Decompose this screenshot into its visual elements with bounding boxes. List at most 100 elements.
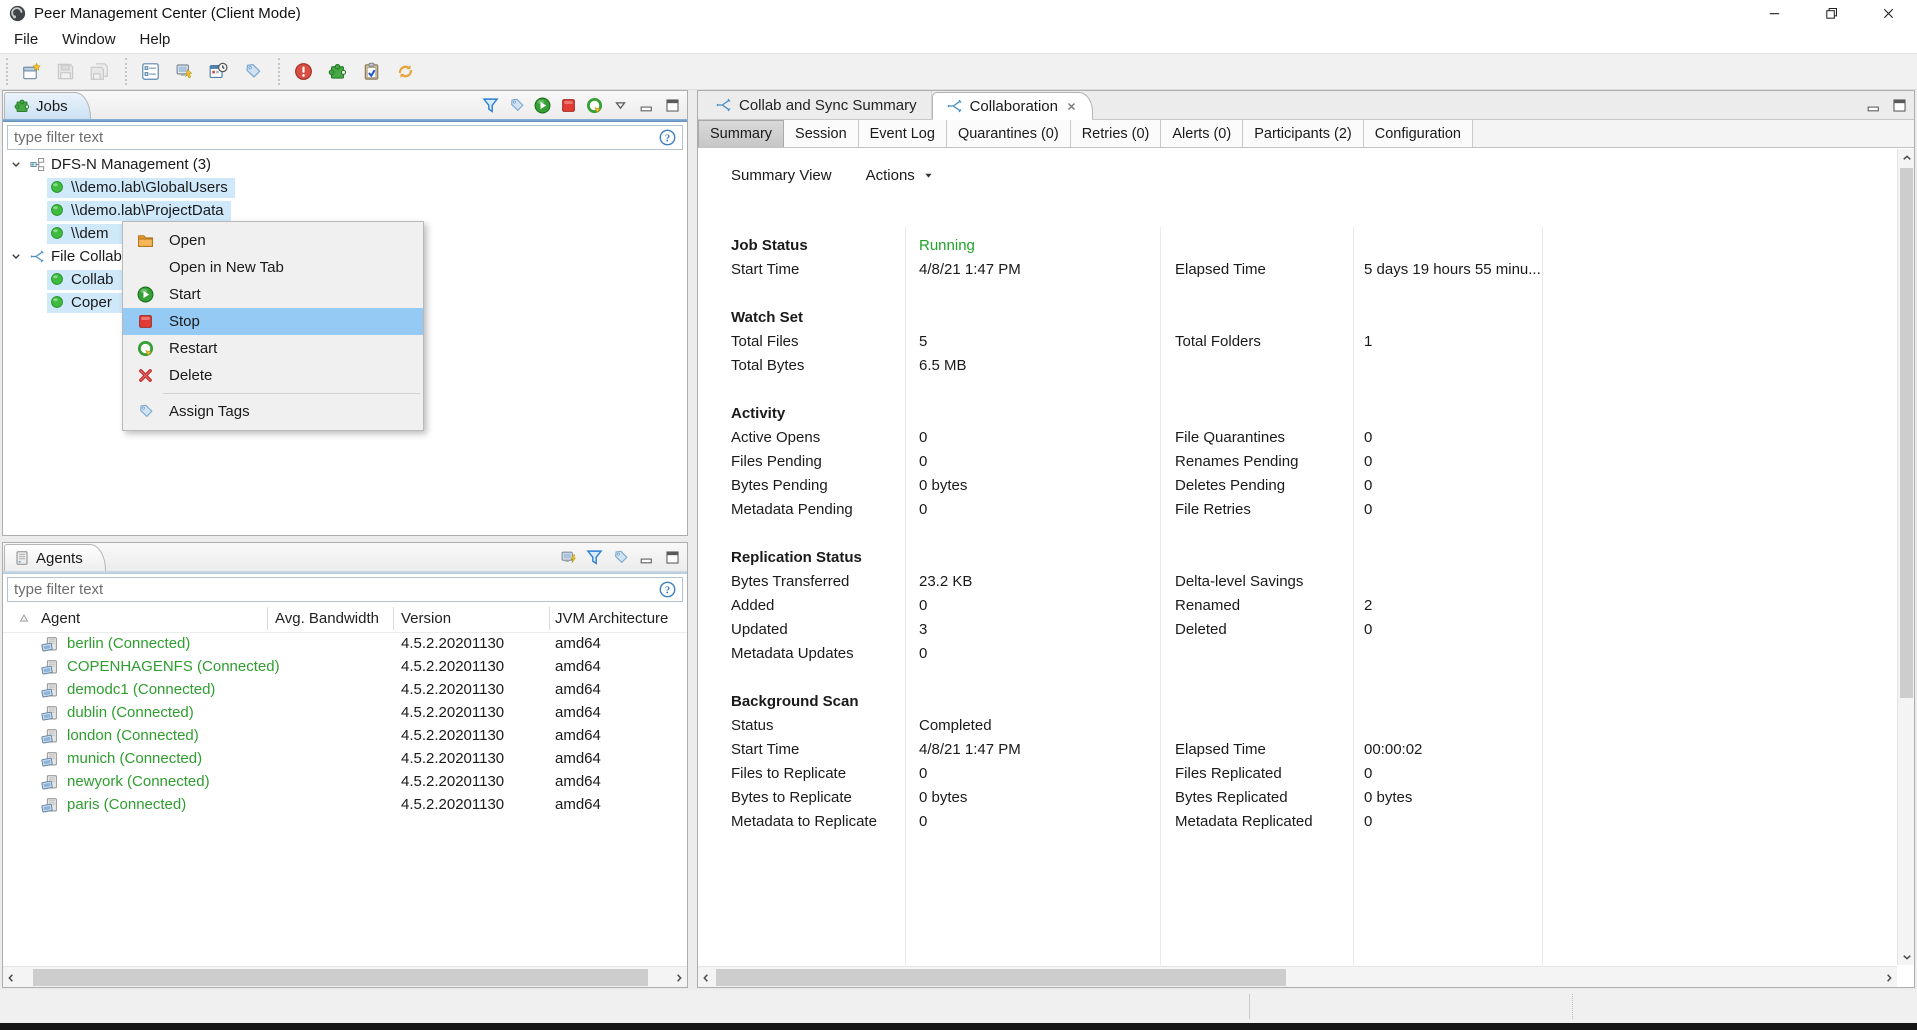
tag-icon[interactable]	[508, 97, 525, 114]
refresh-button[interactable]	[392, 58, 419, 85]
agent-row[interactable]: paris (Connected) 4.5.2.20201130 amd64	[3, 794, 687, 817]
context-menu-item-delete[interactable]: Delete	[123, 362, 423, 389]
tree-job-row[interactable]: \\demo.lab\ProjectData	[3, 199, 687, 222]
subtab-retries-0[interactable]: Retries (0)	[1071, 120, 1162, 147]
minimize-view-icon[interactable]	[638, 97, 655, 114]
play-icon[interactable]	[534, 97, 551, 114]
agent-row[interactable]: newyork (Connected) 4.5.2.20201130 amd64	[3, 771, 687, 794]
maximize-view-icon[interactable]	[664, 97, 681, 114]
save-button[interactable]	[52, 58, 79, 85]
jobs-filter-input[interactable]	[7, 125, 683, 150]
agents-horizontal-scrollbar[interactable]	[3, 966, 687, 987]
restart-icon[interactable]	[586, 97, 603, 114]
editor-tab-collab-and-sync-summary[interactable]: Collab and Sync Summary	[702, 91, 932, 119]
agent-row[interactable]: munich (Connected) 4.5.2.20201130 amd64	[3, 748, 687, 771]
scroll-right-icon[interactable]	[671, 967, 687, 988]
puzzle-icon	[14, 98, 30, 114]
summary-value: 6.5 MB	[919, 357, 967, 374]
save-all-button[interactable]	[86, 58, 113, 85]
tasks-button[interactable]	[358, 58, 385, 85]
column-header-version[interactable]: Version	[401, 610, 451, 627]
view-menu-icon[interactable]	[612, 97, 629, 114]
stop-icon[interactable]	[560, 97, 577, 114]
agent-row[interactable]: berlin (Connected) 4.5.2.20201130 amd64	[3, 633, 687, 656]
scrollbar-thumb[interactable]	[33, 969, 648, 986]
tab-agents[interactable]: Agents	[4, 544, 106, 571]
context-menu-item-start[interactable]: Start	[123, 281, 423, 308]
agent-row[interactable]: demodc1 (Connected) 4.5.2.20201130 amd64	[3, 679, 687, 702]
context-menu-item-open[interactable]: Open	[123, 227, 423, 254]
editor-vertical-scrollbar[interactable]	[1897, 149, 1914, 965]
help-icon[interactable]: ?	[659, 129, 676, 146]
context-menu-item-restart[interactable]: Restart	[123, 335, 423, 362]
scrollbar-thumb[interactable]	[1900, 168, 1913, 698]
menu-file[interactable]: File	[2, 28, 50, 51]
close-tab-icon[interactable]	[1065, 100, 1078, 113]
funnel-icon[interactable]	[586, 549, 603, 566]
window-restore-button[interactable]	[1803, 0, 1860, 26]
agent-row[interactable]: dublin (Connected) 4.5.2.20201130 amd64	[3, 702, 687, 725]
summary-value: 23.2 KB	[919, 573, 972, 590]
agents-table-header[interactable]: Agent Avg. Bandwidth Version JVM Architectu…	[3, 605, 687, 633]
editor-tab-label: Collab and Sync Summary	[739, 97, 917, 114]
actions-dropdown[interactable]: Actions	[866, 167, 934, 184]
subtab-summary[interactable]: Summary	[698, 120, 784, 147]
chevron-expanded-icon[interactable]	[9, 249, 23, 264]
minimize-view-icon[interactable]	[638, 549, 655, 566]
subtab-configuration[interactable]: Configuration	[1364, 120, 1473, 147]
jobs-view-button[interactable]	[324, 58, 351, 85]
tree-job-selection[interactable]: \\demo.lab\GlobalUsers	[47, 178, 235, 198]
window-minimize-button[interactable]	[1746, 0, 1803, 26]
editor-horizontal-scrollbar[interactable]	[698, 966, 1897, 987]
sort-asc-icon[interactable]	[17, 611, 31, 625]
column-header-avg-bandwidth[interactable]: Avg. Bandwidth	[275, 610, 379, 627]
agent-flash-icon[interactable]	[560, 549, 577, 566]
subtab-session[interactable]: Session	[784, 120, 859, 147]
column-divider[interactable]	[549, 607, 550, 630]
editor-tab-collaboration[interactable]: Collaboration	[932, 92, 1093, 120]
help-icon[interactable]: ?	[659, 581, 676, 598]
column-header-jvm-architecture[interactable]: JVM Architecture	[555, 610, 668, 627]
subtab-participants-2[interactable]: Participants (2)	[1243, 120, 1364, 147]
menu-help[interactable]: Help	[128, 28, 183, 51]
tags-button[interactable]	[239, 58, 266, 85]
scroll-up-icon[interactable]	[1898, 149, 1915, 166]
column-divider[interactable]	[267, 607, 268, 630]
menu-window[interactable]: Window	[50, 28, 127, 51]
subtab-alerts-0[interactable]: Alerts (0)	[1161, 120, 1243, 147]
subtab-quarantines-0[interactable]: Quarantines (0)	[947, 120, 1071, 147]
agent-row[interactable]: london (Connected) 4.5.2.20201130 amd64	[3, 725, 687, 748]
tree-job-selection[interactable]: \\demo.lab\ProjectData	[47, 201, 231, 221]
collab-branch-icon	[947, 98, 963, 114]
context-menu-item-stop[interactable]: Stop	[123, 308, 423, 335]
schedule-button[interactable]	[205, 58, 232, 85]
maximize-view-icon[interactable]	[664, 549, 681, 566]
context-menu-item-open-in-new-tab[interactable]: Open in New Tab	[123, 254, 423, 281]
scrollbar-thumb[interactable]	[716, 969, 1286, 986]
window-close-button[interactable]	[1860, 0, 1917, 26]
scroll-left-icon[interactable]	[3, 967, 19, 988]
new-job-button[interactable]	[18, 58, 45, 85]
maximize-view-icon[interactable]	[1891, 97, 1908, 114]
chevron-expanded-icon[interactable]	[9, 157, 23, 172]
column-header-agent[interactable]: Agent	[41, 610, 80, 627]
collab-branch-icon	[716, 97, 732, 113]
agent-properties-button[interactable]	[171, 58, 198, 85]
agent-row[interactable]: COPENHAGENFS (Connected) 4.5.2.20201130 …	[3, 656, 687, 679]
tab-jobs[interactable]: Jobs	[4, 92, 91, 119]
tree-group-row[interactable]: DFS-N Management (3)	[3, 153, 687, 176]
context-menu-item-assign-tags[interactable]: Assign Tags	[123, 398, 423, 425]
tree-job-row[interactable]: \\demo.lab\GlobalUsers	[3, 176, 687, 199]
scroll-right-icon[interactable]	[1881, 967, 1897, 988]
funnel-icon[interactable]	[482, 97, 499, 114]
scroll-down-icon[interactable]	[1898, 948, 1915, 965]
tag-icon[interactable]	[612, 549, 629, 566]
subtab-event-log[interactable]: Event Log	[859, 120, 947, 147]
column-divider[interactable]	[393, 607, 394, 630]
summary-section-title: Watch Set	[731, 309, 803, 326]
scroll-left-icon[interactable]	[698, 967, 714, 988]
agents-filter-input[interactable]	[7, 577, 683, 602]
alerts-button[interactable]	[290, 58, 317, 85]
preferences-button[interactable]	[137, 58, 164, 85]
minimize-view-icon[interactable]	[1865, 97, 1882, 114]
